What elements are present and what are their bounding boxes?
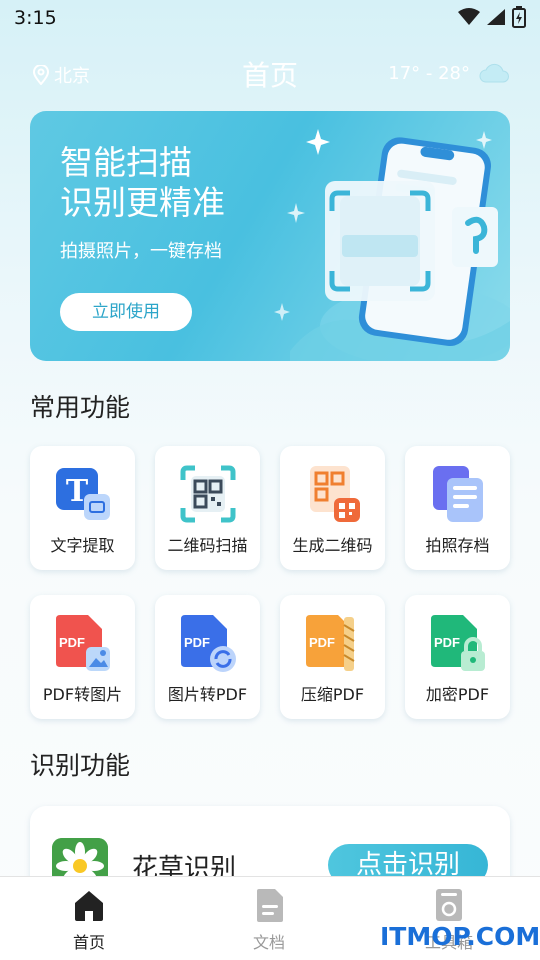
document-icon [257,889,283,922]
compress-pdf-icon: PDF [306,615,355,671]
nav-home[interactable]: 首页 [34,887,144,953]
temperature-range: 17° - 28° [388,62,470,84]
banner-subtitle: 拍摄照片，一键存档 [60,241,222,262]
use-now-button[interactable]: 立即使用 [60,293,192,331]
tile-qr-generate[interactable]: 生成二维码 [280,446,385,570]
text-extract-icon: T [56,468,110,520]
tile-compress-pdf[interactable]: PDF 压缩PDF [280,595,385,719]
photo-archive-icon [433,466,483,522]
pdf-to-image-icon: PDF [56,615,110,671]
svg-text:PDF: PDF [59,635,85,650]
tile-label: 拍照存档 [425,536,490,555]
encrypt-pdf-icon: PDF [431,615,485,671]
nav-home-label: 首页 [72,933,105,952]
svg-text:PDF: PDF [184,635,210,650]
tile-photo-archive[interactable]: 拍照存档 [405,446,510,570]
tile-image-to-pdf[interactable]: PDF 图片转PDF [155,595,260,719]
tile-label: 图片转PDF [167,685,248,704]
header: 北京 首页 17° - 28° [0,52,540,96]
nav-docs-label: 文档 [252,933,285,952]
watermark: ITMOP.COM [380,922,540,951]
tile-label: 压缩PDF [300,685,365,704]
battery-icon [512,6,526,28]
tile-label: PDF转图片 [42,685,123,704]
weather-widget: 17° - 28° [388,62,510,84]
qr-generate-icon [310,466,360,522]
toolbox-icon [436,889,462,921]
tile-encrypt-pdf[interactable]: PDF 加密PDF [405,595,510,719]
tile-text-extract[interactable]: T 文字提取 [30,446,135,570]
tile-label: 文字提取 [50,536,115,555]
tile-label: 二维码扫描 [167,536,248,555]
home-icon [75,891,103,921]
image-to-pdf-icon: PDF [181,615,236,672]
svg-text:PDF: PDF [434,635,460,650]
nav-docs[interactable]: 文档 [214,887,324,953]
tile-qr-scan[interactable]: 二维码扫描 [155,446,260,570]
qr-scan-icon [180,465,236,523]
svg-text:PDF: PDF [309,635,335,650]
phone-scan-illustration [274,129,510,361]
promo-banner[interactable]: 智能扫描 识别更精准 拍摄照片，一键存档 立即使用 [30,111,510,361]
status-icons [458,6,526,28]
tile-label: 加密PDF [425,685,490,704]
cloud-icon [479,63,509,83]
tile-pdf-to-image[interactable]: PDF PDF转图片 [30,595,135,719]
recognition-title: 识别功能 [30,751,131,780]
status-time: 3:15 [14,7,57,29]
status-bar: 3:15 [0,0,540,36]
signal-icon [487,9,505,25]
common-functions-title: 常用功能 [30,393,131,422]
tile-label: 生成二维码 [292,536,373,555]
wifi-icon [458,8,480,25]
